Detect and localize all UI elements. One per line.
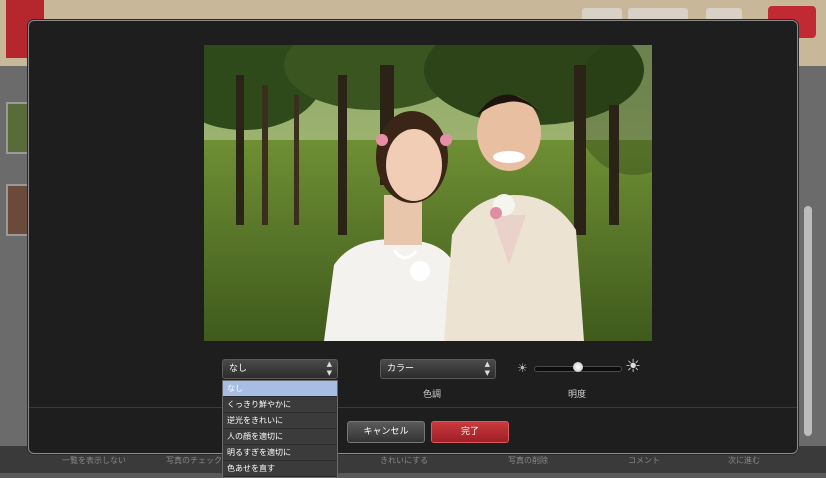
photo-preview xyxy=(204,45,652,341)
footer-item: コメント xyxy=(628,456,660,465)
background-scrollbar xyxy=(804,206,812,436)
sun-large-icon: ☀ xyxy=(625,356,642,377)
tone-label: 色調 xyxy=(423,390,442,400)
select-arrows-icon: ▲ ▼ xyxy=(326,360,332,377)
filter-option[interactable]: 人の顔を適切に xyxy=(223,429,337,445)
filter-option[interactable]: なし xyxy=(223,381,337,397)
brightness-slider-thumb[interactable] xyxy=(573,362,583,372)
filter-option[interactable]: 色あせを直す xyxy=(223,461,337,477)
photo-editor-dialog: なし ▲ ▼ カラー ▲ ▼ 色調 ☀ ☀ 明度 キャンセル 完了 なし くっきり鮮や… xyxy=(28,20,798,478)
done-button[interactable]: 完了 xyxy=(431,421,509,443)
footer-item: きれいにする xyxy=(380,456,429,465)
tone-select-value: カラー xyxy=(387,364,415,374)
filter-option[interactable]: 明るすぎを適切に xyxy=(223,445,337,461)
wedding-photo xyxy=(204,45,652,341)
footer-item: 写真のチェック xyxy=(166,456,222,465)
tone-select[interactable]: カラー ▲ ▼ xyxy=(380,359,496,379)
filter-select-value: なし xyxy=(229,364,248,374)
background-right-panel xyxy=(798,66,826,446)
select-arrows-icon: ▲ ▼ xyxy=(484,360,490,377)
sun-small-icon: ☀ xyxy=(517,361,528,375)
filter-dropdown-list: なし くっきり鮮やかに 逆光をきれいに 人の顔を適切に 明るすぎを適切に 色あせを直す xyxy=(222,380,338,478)
footer-item: 次に進む xyxy=(728,456,760,465)
brightness-label: 明度 xyxy=(568,390,587,400)
filter-select[interactable]: なし ▲ ▼ xyxy=(222,359,338,379)
footer-item: 写真の削除 xyxy=(508,456,548,465)
divider xyxy=(29,407,797,408)
background-thumbnail-strip xyxy=(0,66,32,446)
filter-option[interactable]: 逆光をきれいに xyxy=(223,413,337,429)
cancel-button[interactable]: キャンセル xyxy=(347,421,425,443)
footer-item: 一覧を表示しない xyxy=(62,456,126,465)
filter-option[interactable]: くっきり鮮やかに xyxy=(223,397,337,413)
